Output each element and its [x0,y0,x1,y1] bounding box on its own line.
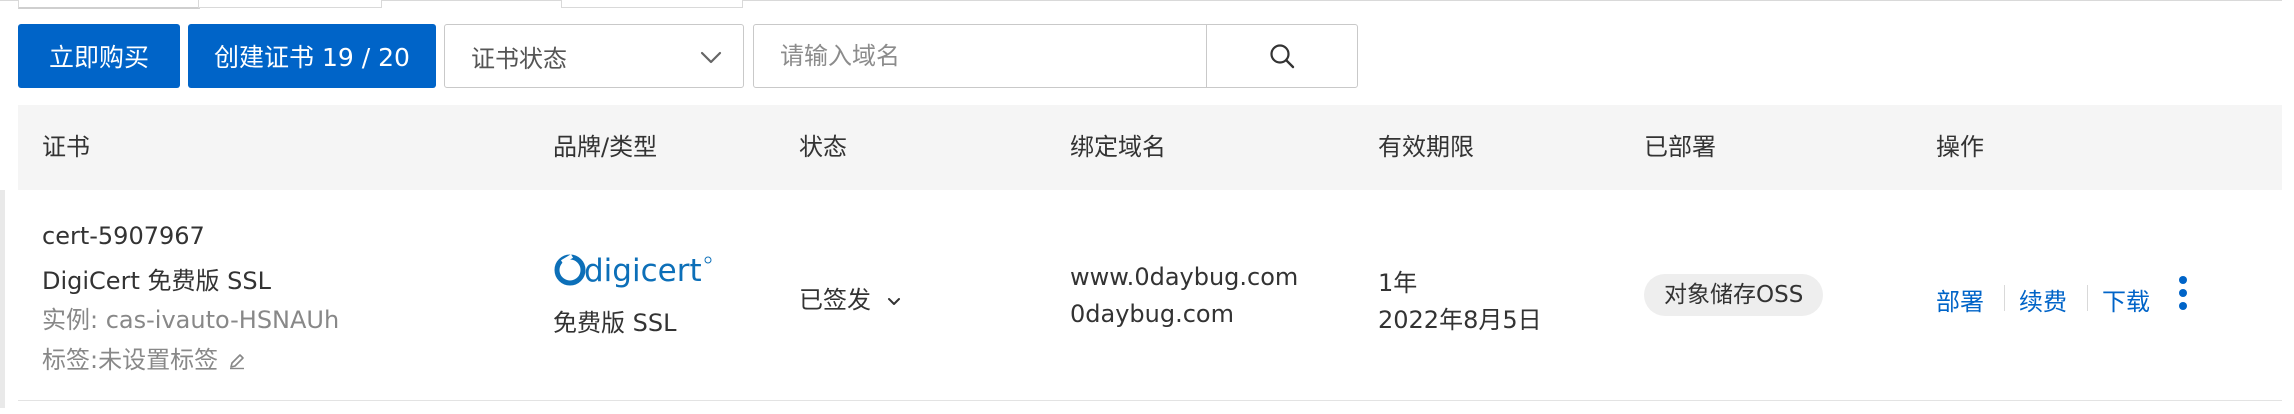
certificate-status-select-value: 证书状态 [471,44,567,73]
table-header: 证书 品牌/类型 状态 绑定域名 有效期限 已部署 操作 [18,105,2282,191]
digicert-logo-text: digicert [584,253,702,289]
certificate-product: DigiCert 免费版 SSL [42,267,271,295]
expiry-date: 2022年8月5日 [1378,306,1542,334]
tab-2[interactable] [198,0,382,8]
column-header-validity: 有效期限 [1378,133,1474,161]
tab-1[interactable] [18,0,200,9]
buy-now-button[interactable]: 立即购买 [18,24,180,88]
tab-3[interactable] [561,0,743,8]
bound-domain: 0daybug.com [1070,300,1234,328]
deployed-badge: 对象储存OSS [1644,274,1824,316]
more-vertical-icon[interactable] [2176,276,2190,316]
certificate-tags[interactable]: 标签:未设置标签 [42,340,246,375]
certificate-status-select[interactable]: 证书状态 [444,24,744,88]
tab-strip [0,0,2294,9]
chevron-down-icon [887,298,900,305]
create-certificate-button[interactable]: 创建证书 19 / 20 [188,24,436,88]
validity-period: 1年 [1378,269,1418,297]
deploy-link[interactable]: 部署 [1936,282,1984,317]
search-icon [1270,44,1295,69]
search-button[interactable] [1207,25,1357,87]
domain-search [753,24,1358,88]
digicert-logo: digicert [552,250,714,290]
pencil-icon[interactable] [228,352,246,370]
bound-domain: www.0daybug.com [1070,263,1299,291]
certificate-instance: 实例: cas-ivauto-HSNAUh [42,306,340,334]
action-separator [2087,285,2088,311]
column-header-status: 状态 [799,133,847,161]
chevron-down-icon [700,51,722,64]
download-link[interactable]: 下载 [2102,282,2150,317]
column-header-deployed: 已部署 [1644,133,1716,161]
column-header-actions: 操作 [1936,133,1984,161]
status-dropdown[interactable]: 已签发 [799,280,903,315]
renew-link[interactable]: 续费 [2019,282,2067,317]
action-separator [2004,285,2005,311]
column-header-bound-domains: 绑定域名 [1070,133,1166,161]
brand-type: 免费版 SSL [553,309,677,337]
certificate-name: cert-5907967 [42,222,205,250]
column-header-brand-type: 品牌/类型 [553,133,658,161]
column-header-certificate: 证书 [42,133,90,161]
status-value: 已签发 [799,286,871,314]
row-left-edge [0,190,5,408]
domain-search-input[interactable] [754,25,1206,87]
certificate-tags-label: 标签:未设置标签 [42,346,219,374]
